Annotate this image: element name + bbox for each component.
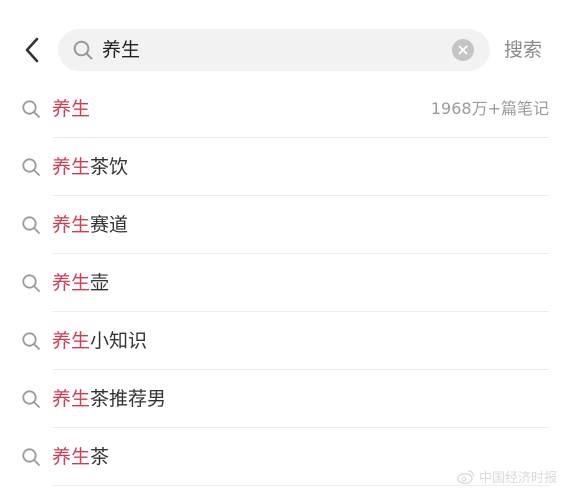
- suggestion-item[interactable]: 养生茶饮: [0, 138, 569, 196]
- suggestion-rest: 茶推荐男: [90, 388, 167, 410]
- suggestion-rest: 小知识: [90, 330, 148, 352]
- suggestion-highlight: 养生: [52, 156, 91, 178]
- weibo-logo-icon: [457, 470, 475, 484]
- suggestion-item[interactable]: 养生壶: [0, 254, 569, 312]
- search-icon: [22, 332, 40, 350]
- back-button[interactable]: [14, 32, 50, 68]
- suggestion-text: 养生: [52, 80, 90, 138]
- suggestion-rest: 茶: [90, 446, 110, 468]
- suggestion-text: 养生茶: [52, 428, 109, 486]
- suggestion-highlight: 养生: [52, 446, 91, 468]
- suggestion-highlight: 养生: [52, 272, 91, 294]
- search-icon: [22, 448, 40, 466]
- suggestion-highlight: 养生: [52, 98, 91, 120]
- search-input[interactable]: 养生: [58, 29, 490, 71]
- search-icon: [22, 100, 40, 118]
- suggestion-highlight: 养生: [52, 330, 91, 352]
- suggestion-rest: 壶: [90, 272, 110, 294]
- watermark: 中国经济时报: [457, 467, 557, 486]
- chevron-left-icon: [25, 37, 39, 63]
- watermark-text: 中国经济时报: [478, 471, 557, 486]
- suggestion-list: 养生 1968万+篇笔记 养生茶饮 养生赛道 养生壶 养生小知识 养生茶推荐男 …: [0, 80, 569, 486]
- search-icon: [22, 158, 40, 176]
- suggestion-text: 养生茶推荐男: [52, 370, 166, 428]
- suggestion-rest: 赛道: [90, 214, 129, 236]
- suggestion-text: 养生茶饮: [52, 138, 128, 196]
- suggestion-item[interactable]: 养生赛道: [0, 196, 569, 254]
- suggestion-item[interactable]: 养生茶推荐男: [0, 370, 569, 428]
- search-icon: [22, 390, 40, 408]
- suggestion-highlight: 养生: [52, 214, 91, 236]
- suggestion-rest: 茶饮: [90, 156, 129, 178]
- suggestion-text: 养生赛道: [52, 196, 128, 254]
- search-submit-button[interactable]: 搜索: [504, 29, 542, 71]
- search-icon: [22, 274, 40, 292]
- clear-icon: [458, 45, 468, 55]
- suggestion-text: 养生小知识: [52, 312, 147, 370]
- suggestion-item[interactable]: 养生 1968万+篇笔记: [0, 80, 569, 138]
- suggestion-text: 养生壶: [52, 254, 109, 312]
- clear-search-button[interactable]: [452, 39, 474, 61]
- search-icon: [22, 216, 40, 234]
- suggestion-highlight: 养生: [52, 388, 91, 410]
- suggestion-item[interactable]: 养生小知识: [0, 312, 569, 370]
- search-icon: [73, 40, 93, 60]
- note-count: 1968万+篇笔记: [430, 99, 549, 118]
- search-query-text: 养生: [102, 39, 141, 61]
